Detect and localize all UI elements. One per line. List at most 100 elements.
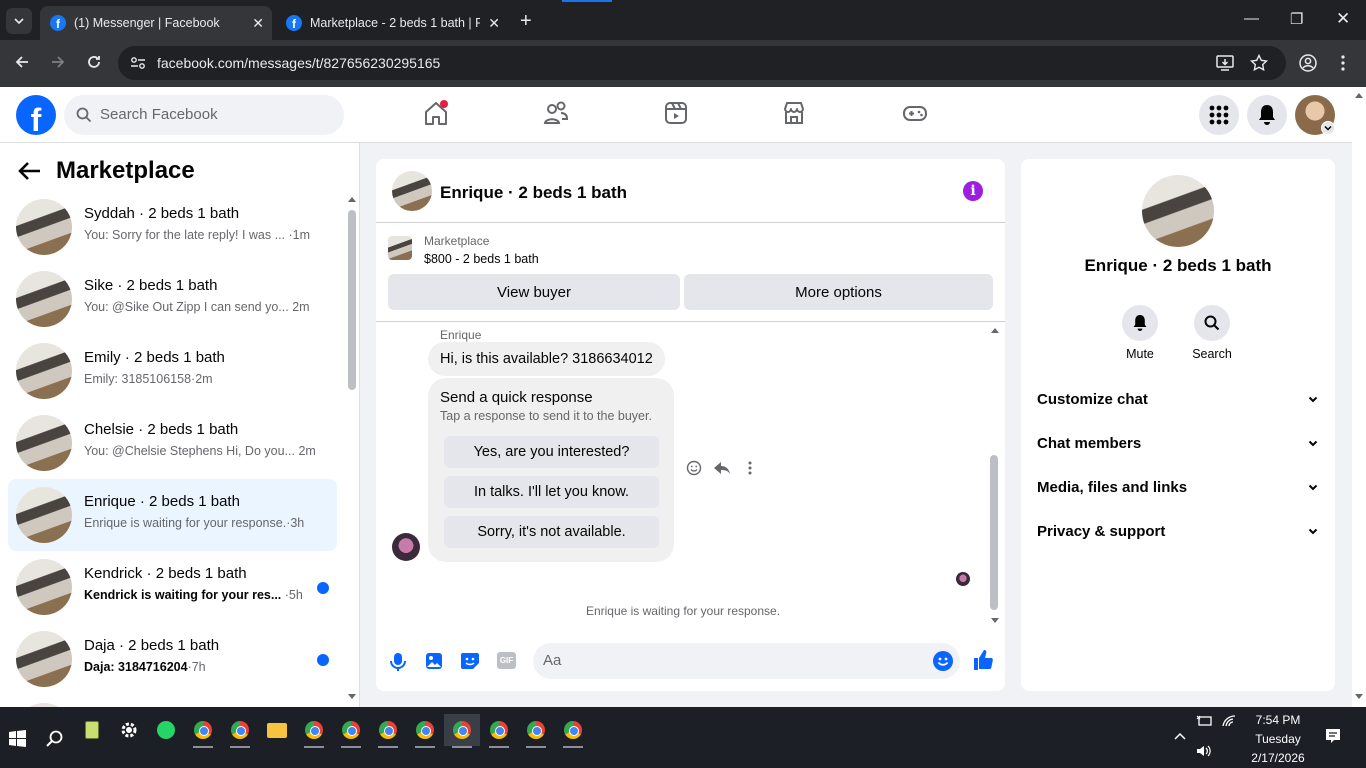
quick-response-button[interactable]: Sorry, it's not available. — [444, 516, 659, 548]
search-icon[interactable] — [46, 730, 63, 747]
emoji-icon[interactable] — [933, 651, 953, 671]
message-scrollbar-thumb[interactable] — [990, 455, 998, 610]
conversation-name: Emily · 2 beds 1 bath — [84, 349, 225, 366]
conversation-item[interactable]: Emily · 2 beds 1 bath Emily: 3185106158·… — [8, 335, 337, 407]
close-window-button[interactable]: ✕ — [1336, 9, 1350, 29]
sticker-icon[interactable] — [460, 652, 480, 670]
view-buyer-button[interactable]: View buyer — [388, 274, 680, 310]
chrome-taskbar-icon-active[interactable] — [444, 714, 480, 748]
back-button[interactable] — [14, 54, 30, 70]
conversation-preview: Kendrick is waiting for your res... ·5h — [84, 588, 303, 602]
more-actions-icon[interactable] — [747, 460, 753, 476]
scroll-down-arrow-icon[interactable] — [1354, 693, 1364, 701]
message-bubble[interactable]: Hi, is this available? 3186634012 — [428, 342, 665, 376]
account-chevron[interactable] — [1321, 121, 1335, 135]
chrome-taskbar-icon[interactable] — [370, 714, 406, 748]
chrome-taskbar-icon[interactable] — [222, 714, 258, 748]
photo-icon[interactable] — [425, 652, 443, 670]
site-info-icon[interactable] — [130, 56, 146, 70]
conversation-item[interactable]: Kendrick · 2 beds 1 bath Kendrick is wai… — [8, 551, 337, 623]
reply-icon[interactable] — [713, 460, 731, 476]
profile-picture[interactable] — [1142, 175, 1214, 247]
profile-icon[interactable] — [1299, 54, 1317, 72]
chat-title[interactable]: Enrique · 2 beds 1 bath — [440, 183, 627, 203]
message-input[interactable]: Aa — [533, 643, 960, 679]
react-emoji-icon[interactable] — [686, 460, 702, 476]
chrome-taskbar-icon[interactable] — [555, 714, 591, 748]
conversation-item-selected[interactable]: Enrique · 2 beds 1 bath Enrique is waiti… — [8, 479, 337, 551]
bookmark-star-icon[interactable] — [1250, 54, 1268, 72]
tab-marketplace[interactable]: f Marketplace - 2 beds 1 bath | Fa ✕ — [276, 6, 508, 40]
wifi-icon[interactable] — [1222, 715, 1236, 727]
system-clock[interactable]: 7:54 PM Tuesday 2/17/2026 — [1238, 711, 1318, 768]
settings-taskbar-icon[interactable] — [111, 714, 147, 746]
customize-chat-section[interactable]: Customize chat — [1037, 378, 1319, 422]
back-arrow-icon[interactable] — [18, 161, 42, 181]
listing-thumbnail — [388, 236, 412, 260]
privacy-support-section[interactable]: Privacy & support — [1037, 510, 1319, 554]
scroll-up-arrow-icon[interactable] — [347, 195, 357, 203]
gaming-icon[interactable] — [902, 99, 928, 127]
facebook-logo[interactable]: f — [16, 95, 56, 135]
search-in-conversation-button[interactable]: Search — [1182, 305, 1242, 361]
video-icon[interactable] — [664, 99, 688, 127]
conversation-item[interactable]: Chelsie · 2 beds 1 bath You: @Chelsie St… — [8, 407, 337, 479]
conversation-info-icon[interactable]: i — [963, 181, 983, 201]
kebab-menu-icon[interactable] — [1340, 54, 1346, 72]
battery-icon[interactable] — [1196, 715, 1212, 727]
volume-icon[interactable] — [1196, 745, 1212, 757]
friends-icon[interactable] — [543, 99, 569, 127]
chrome-taskbar-icon[interactable] — [296, 714, 332, 748]
chat-members-section[interactable]: Chat members — [1037, 422, 1319, 466]
windows-start-icon[interactable] — [9, 730, 26, 747]
page-scrollbar[interactable] — [1352, 87, 1366, 707]
scroll-down-arrow-icon[interactable] — [990, 617, 1000, 625]
conversation-item[interactable] — [8, 695, 337, 707]
chevron-up-icon[interactable] — [1174, 732, 1186, 740]
conversation-item[interactable]: Sike · 2 beds 1 bath You: @Sike Out Zipp… — [8, 263, 337, 335]
scroll-up-arrow-icon[interactable] — [990, 326, 1000, 334]
listing-title[interactable]: $800 - 2 beds 1 bath — [424, 252, 539, 266]
scroll-down-arrow-icon[interactable] — [347, 693, 357, 701]
chrome-taskbar-icon[interactable] — [333, 714, 369, 748]
quick-response-button[interactable]: In talks. I'll let you know. — [444, 476, 659, 508]
whatsapp-taskbar-icon[interactable] — [148, 714, 184, 746]
chrome-taskbar-icon[interactable] — [185, 714, 221, 748]
close-tab-icon[interactable]: ✕ — [252, 15, 264, 32]
sender-avatar[interactable] — [392, 533, 420, 561]
forward-button[interactable] — [50, 54, 66, 70]
chrome-taskbar-icon[interactable] — [518, 714, 554, 748]
home-icon[interactable] — [424, 99, 448, 127]
chrome-taskbar-icon[interactable] — [481, 714, 517, 748]
conversation-item[interactable]: Syddah · 2 beds 1 bath You: Sorry for th… — [8, 191, 337, 263]
install-app-icon[interactable] — [1216, 55, 1234, 71]
notepad-taskbar-icon[interactable] — [74, 714, 110, 746]
marketplace-icon[interactable] — [782, 99, 806, 127]
minimize-button[interactable]: — — [1244, 10, 1259, 27]
media-files-links-section[interactable]: Media, files and links — [1037, 466, 1319, 510]
gif-button[interactable]: GIF — [497, 652, 516, 669]
notifications-button[interactable] — [1247, 95, 1287, 135]
new-tab-button[interactable]: + — [520, 10, 532, 33]
scroll-up-arrow-icon[interactable] — [1354, 91, 1364, 99]
more-options-button[interactable]: More options — [684, 274, 993, 310]
close-tab-icon[interactable]: ✕ — [488, 15, 500, 32]
sidebar-scrollbar-thumb[interactable] — [348, 210, 356, 390]
restore-button[interactable]: ❐ — [1290, 10, 1303, 28]
quick-response-button[interactable]: Yes, are you interested? — [444, 436, 659, 468]
microphone-icon[interactable] — [390, 652, 406, 672]
conversation-time: ·5h — [284, 588, 303, 602]
chat-avatar[interactable] — [392, 171, 432, 211]
address-bar[interactable]: facebook.com/messages/t/827656230295165 — [118, 46, 1286, 80]
mute-button[interactable]: Mute — [1110, 305, 1170, 361]
menu-button[interactable] — [1199, 95, 1239, 135]
notification-center-icon[interactable] — [1325, 728, 1341, 744]
thumbs-up-icon[interactable] — [973, 649, 993, 671]
tab-messenger[interactable]: f (1) Messenger | Facebook ✕ — [40, 6, 272, 40]
conversation-item[interactable]: Daja · 2 beds 1 bath Daja: 3184716204·7h — [8, 623, 337, 695]
chrome-taskbar-icon[interactable] — [407, 714, 443, 748]
reload-button[interactable] — [86, 54, 102, 70]
search-facebook-input[interactable]: Search Facebook — [64, 95, 344, 135]
tab-search-button[interactable] — [6, 8, 32, 34]
file-explorer-taskbar-icon[interactable] — [259, 714, 295, 746]
